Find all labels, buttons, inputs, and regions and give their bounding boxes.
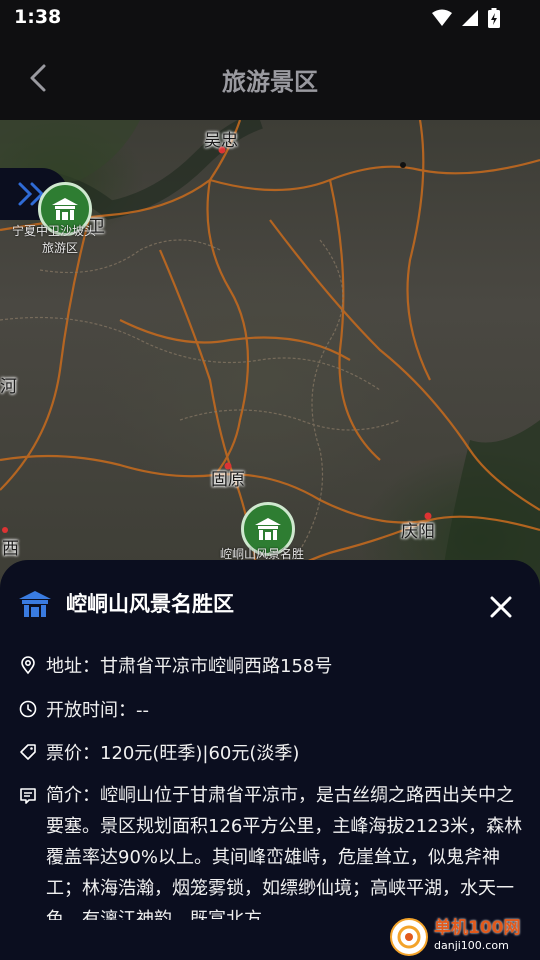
watermark: 单机100网 danji100.com bbox=[390, 918, 521, 956]
page-title: 旅游景区 bbox=[222, 68, 318, 96]
map-label-zhongwei-sub: 旅游区 bbox=[42, 241, 79, 255]
watermark-title: 单机100网 bbox=[434, 918, 521, 938]
status-bar: 1:38 bbox=[0, 0, 540, 36]
watermark-logo bbox=[390, 918, 428, 956]
signal-icon bbox=[462, 10, 478, 26]
scenic-pavilion-icon bbox=[19, 591, 51, 617]
pavilion-icon bbox=[255, 518, 281, 540]
close-icon bbox=[490, 596, 512, 618]
address-row: 地址：甘肃省平凉市崆峒西路158号 bbox=[18, 652, 332, 678]
location-pin-icon bbox=[18, 655, 38, 675]
close-button[interactable] bbox=[488, 594, 514, 620]
hours-text: 开放时间：-- bbox=[46, 700, 149, 721]
satellite-map[interactable]: 吴忠 固原 庆阳 河 西 卫 宁夏中卫沙坡头 旅游区 崆峒山风景名胜 bbox=[0, 120, 540, 590]
document-icon bbox=[18, 786, 38, 806]
sheet-title-row: 崆峒山风景名胜区 bbox=[18, 588, 234, 618]
address-text: 地址：甘肃省平凉市崆峒西路158号 bbox=[46, 656, 333, 677]
intro-row: 简介：崆峒山位于甘肃省平凉市，是古丝绸之路西出关中之要塞。景区规划面积126平方… bbox=[18, 780, 523, 920]
watermark-url: danji100.com bbox=[434, 939, 509, 952]
app-header: 旅游景区 bbox=[0, 36, 540, 120]
map-label-xi: 西 bbox=[2, 539, 19, 559]
price-text: 票价：120元(旺季)|60元(淡季) bbox=[46, 743, 300, 764]
status-icons bbox=[432, 8, 500, 28]
battery-icon bbox=[488, 8, 500, 28]
map-label-wuzhong: 吴忠 bbox=[204, 131, 238, 151]
status-time: 1:38 bbox=[14, 6, 62, 28]
pavilion-icon bbox=[52, 198, 78, 220]
clock-icon bbox=[18, 699, 38, 719]
intro-text: 简介：崆峒山位于甘肃省平凉市，是古丝绸之路西出关中之要塞。景区规划面积126平方… bbox=[46, 785, 523, 920]
map-label-he: 河 bbox=[0, 377, 17, 397]
scenic-detail-sheet: 崆峒山风景名胜区 地址：甘肃省平凉市崆峒西路158号 开放时间：-- 票价：12… bbox=[0, 560, 540, 960]
price-row: 票价：120元(旺季)|60元(淡季) bbox=[18, 739, 299, 765]
wifi-icon bbox=[432, 9, 452, 26]
scenic-title: 崆峒山风景名胜区 bbox=[66, 592, 234, 616]
price-tag-icon bbox=[18, 742, 38, 762]
hours-row: 开放时间：-- bbox=[18, 696, 149, 722]
map-label-zhongwei-park: 宁夏中卫沙坡头 bbox=[12, 224, 97, 238]
map-label-guyuan: 固原 bbox=[211, 470, 245, 490]
map-label-qingyang: 庆阳 bbox=[401, 522, 435, 542]
